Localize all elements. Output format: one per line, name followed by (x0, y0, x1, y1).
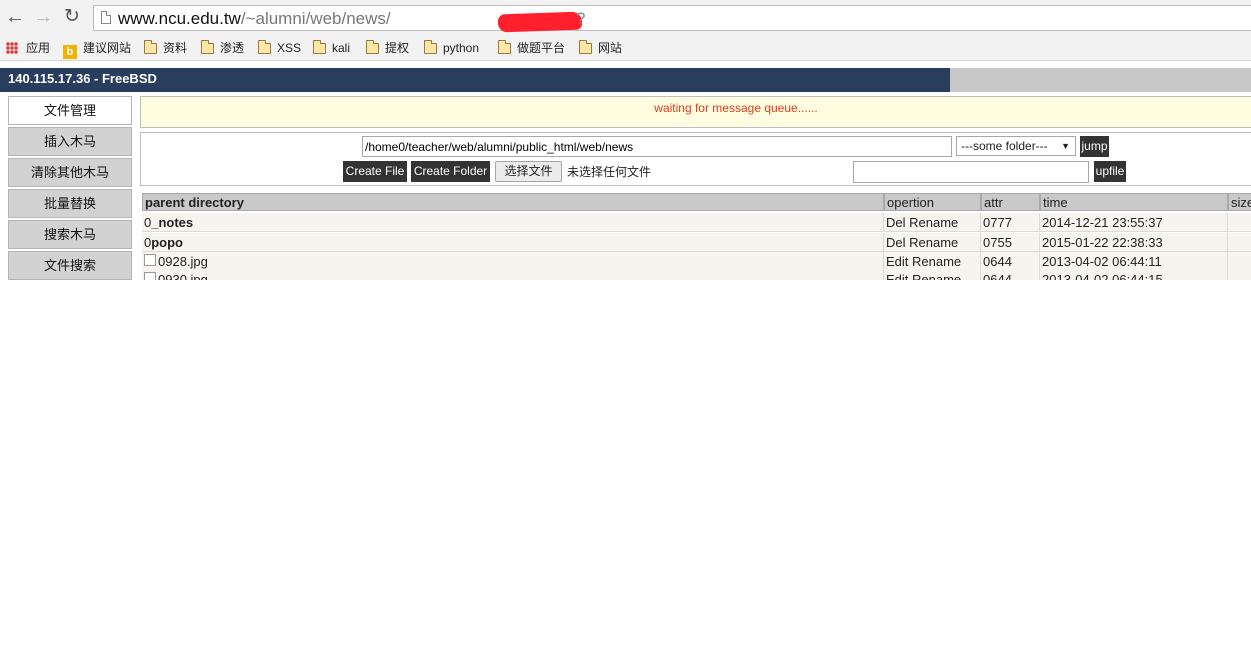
folder-icon (258, 40, 271, 54)
sidebar-item-insert-trojan[interactable]: 插入木马 (8, 127, 132, 156)
url-text[interactable]: www.ncu.edu.tw/~alumni/web/news/ (118, 9, 391, 29)
row-operations[interactable]: Edit Rename (884, 270, 981, 280)
url-host: www.ncu.edu.tw (118, 9, 241, 28)
back-arrow-icon[interactable]: ← (4, 6, 26, 28)
bookmark-folder[interactable]: 提权 (366, 40, 409, 57)
choose-file-button[interactable]: 选择文件 (495, 161, 562, 182)
bookmark-label: 网站 (598, 41, 623, 55)
bing-icon: b (63, 45, 77, 59)
file-controls: ---some folder--- ▼ jump Create File Crea… (140, 132, 1251, 186)
row-attr[interactable]: 0644 (981, 270, 1040, 280)
sidebar-item-file-manager[interactable]: 文件管理 (8, 96, 132, 125)
folder-select[interactable]: ---some folder--- ▼ (956, 136, 1076, 156)
title-bar-filler (950, 68, 1251, 92)
bookmark-label: 建议网站 (83, 41, 132, 55)
column-header-time: time (1040, 193, 1228, 211)
folder-select-value: ---some folder--- (961, 139, 1048, 153)
bookmark-apps[interactable]: 应用 (6, 40, 50, 57)
apps-grid-icon (6, 42, 18, 54)
status-message: waiting for message queue...... (654, 101, 818, 115)
url-path: /~alumni/web/news/ (240, 9, 391, 28)
path-input[interactable] (362, 136, 952, 157)
bookmark-label: 做题平台 (517, 41, 566, 55)
forward-arrow-icon[interactable]: → (32, 6, 54, 28)
folder-icon (424, 40, 437, 54)
bookmark-folder[interactable]: 资料 (144, 40, 187, 57)
create-file-button[interactable]: Create File (343, 161, 407, 182)
row-size (1228, 213, 1251, 232)
bookmark-folder[interactable]: 渗透 (201, 40, 244, 57)
message-bar: waiting for message queue...... (140, 96, 1251, 128)
sidebar-item-clear-trojans[interactable]: 清除其他木马 (8, 158, 132, 187)
folder-icon (579, 40, 592, 54)
row-operations[interactable]: Del Rename (884, 233, 981, 252)
bookmark-folder[interactable]: python (424, 40, 479, 57)
no-file-chosen-label: 未选择任何文件 (567, 165, 652, 179)
row-size (1228, 270, 1251, 280)
upload-name-input[interactable] (853, 161, 1089, 183)
bookmark-label: XSS (277, 41, 302, 55)
parent-directory-link[interactable]: parent directory (142, 193, 884, 211)
folder-name-link[interactable]: _notes (151, 215, 193, 230)
dropdown-arrow-icon: ▼ (1061, 141, 1070, 151)
folder-icon (366, 40, 379, 54)
row-size (1228, 233, 1251, 252)
sidebar-item-file-search[interactable]: 文件搜索 (8, 251, 132, 280)
column-header-size: size (1228, 193, 1251, 211)
bookmark-label: 渗透 (220, 41, 245, 55)
reload-icon[interactable]: ↻ (61, 6, 83, 28)
bookmark-folder[interactable]: 网站 (579, 40, 622, 57)
jump-button[interactable]: jump (1080, 136, 1109, 157)
row-attr[interactable]: 0755 (981, 233, 1040, 252)
row-time[interactable]: 2014-12-21 23:55:37 (1040, 213, 1228, 232)
bookmark-folder[interactable]: 做题平台 (498, 40, 565, 57)
row-operations[interactable]: Del Rename (884, 213, 981, 232)
page-title: 140.115.17.36 - FreeBSD (0, 68, 950, 92)
folder-icon (313, 40, 326, 54)
folder-icon (201, 40, 214, 54)
upfile-button[interactable]: upfile (1094, 161, 1126, 182)
bookmark-folder[interactable]: XSS (258, 40, 301, 57)
column-header-attr: attr (981, 193, 1040, 211)
redaction-mark (497, 11, 583, 33)
row-attr[interactable]: 0644 (981, 252, 1040, 271)
bookmark-label: 提权 (385, 41, 410, 55)
folder-icon (498, 40, 511, 54)
file-checkbox[interactable] (144, 272, 156, 280)
column-header-operation: opertion (884, 193, 981, 211)
sidebar-item-search-trojan[interactable]: 搜索木马 (8, 220, 132, 249)
row-time[interactable]: 2013-04-02 06:44:15 (1040, 270, 1228, 280)
row-time[interactable]: 2013-04-02 06:44:11 (1040, 252, 1228, 271)
folder-name-link[interactable]: popo (151, 235, 183, 250)
table-row[interactable]: 0930.jpg (142, 270, 884, 280)
page-icon (101, 11, 111, 24)
bookmark-label: 资料 (163, 41, 188, 55)
file-checkbox[interactable] (144, 254, 156, 266)
table-row[interactable]: 0_notes (142, 213, 884, 232)
bookmark-folder[interactable]: kali (313, 40, 350, 57)
address-bar[interactable]: www.ncu.edu.tw/~alumni/web/news/ ? (93, 5, 1251, 33)
row-attr[interactable]: 0777 (981, 213, 1040, 232)
url-tail: ? (576, 9, 586, 28)
bookmark-label: kali (332, 41, 351, 55)
folder-icon (144, 40, 157, 54)
bookmark-suggested-sites[interactable]: b 建议网站 (63, 40, 132, 59)
table-row[interactable]: 0928.jpg (142, 252, 884, 271)
bookmark-label: python (443, 41, 480, 55)
browser-toolbar: ← → ↻ www.ncu.edu.tw/~alumni/web/news/ ? (0, 0, 1251, 36)
bookmarks-bar: 应用 b 建议网站 资料 渗透 XSS kali 提权 python 做题平台 网… (0, 36, 1251, 61)
row-time[interactable]: 2015-01-22 22:38:33 (1040, 233, 1228, 252)
file-table: parent directory opertion attr time size… (140, 192, 1251, 280)
blank-area (0, 281, 1251, 672)
sidebar-item-batch-replace[interactable]: 批量替换 (8, 189, 132, 218)
create-folder-button[interactable]: Create Folder (411, 161, 490, 182)
table-row[interactable]: 0popo (142, 233, 884, 252)
file-name-link[interactable]: 0928.jpg (158, 254, 208, 269)
row-size (1228, 252, 1251, 271)
row-operations[interactable]: Edit Rename (884, 252, 981, 271)
bookmark-label: 应用 (26, 41, 51, 55)
file-name-link[interactable]: 0930.jpg (158, 272, 208, 280)
